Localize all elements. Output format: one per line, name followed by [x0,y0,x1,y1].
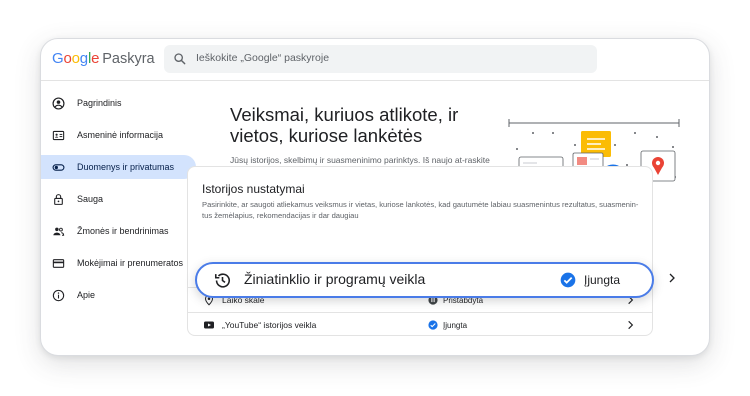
page-title: Veiksmai, kuriuos atlikote, ir vietos, k… [230,104,459,146]
sidebar-nav: Pagrindinis Asmeninė informacija Duomeny… [41,91,201,307]
search-icon [174,53,186,65]
chevron-right-icon[interactable] [625,319,636,331]
status-badge: Įjungta [428,320,467,330]
header-bar: Google Paskyra Ieškokite „Google“ paskyr… [41,39,709,81]
chevron-right-icon[interactable] [666,271,678,285]
product-name: Paskyra [102,51,155,67]
sidebar-item-personal-info[interactable]: Asmeninė informacija [41,123,201,147]
web-app-activity-row[interactable]: Žiniatinklio ir programų veikla Įjungta [195,262,654,298]
sidebar-item-label: Duomenys ir privatumas [77,162,175,172]
toggle-icon [52,163,65,171]
sidebar-item-label: Apie [77,290,96,300]
sidebar-item-label: Mokėjimai ir prenumeratos [77,258,184,268]
row-label: Žiniatinklio ir programų veikla [244,271,426,287]
sidebar-item-label: Asmeninė informacija [77,130,164,140]
logo-letter-e: e [91,50,100,67]
row-label: „YouTube“ istorijos veikla [222,320,317,330]
logo-letter-o2: o [71,50,80,67]
history-icon [214,273,230,288]
sidebar-item-label: Žmonės ir bendrinimas [77,226,169,236]
credit-card-icon [52,258,65,268]
sidebar-item-about[interactable]: Apie [41,283,201,307]
account-circle-icon [52,96,65,110]
sidebar-item-data-privacy[interactable]: Duomenys ir privatumas [41,155,196,179]
status-text: Įjungta [443,320,468,330]
history-settings-card: Istorijos nustatymai Pasirinkite, ar sau… [187,166,653,336]
status-badge: Įjungta [560,272,620,288]
people-icon [53,227,65,236]
card-title: Istorijos nustatymai [202,182,305,196]
sidebar-item-people-sharing[interactable]: Žmonės ir bendrinimas [41,219,201,243]
search-input[interactable]: Ieškokite „Google“ paskyroje [164,45,597,73]
sidebar-item-payments[interactable]: Mokėjimai ir prenumeratos [41,251,201,275]
logo-letter-o1: o [63,50,72,67]
check-circle-icon [428,320,438,330]
check-circle-icon [560,272,576,288]
sidebar-item-label: Pagrindinis [77,98,122,108]
youtube-icon [204,321,214,329]
sidebar-item-security[interactable]: Sauga [41,187,201,211]
search-placeholder: Ieškokite „Google“ paskyroje [196,52,330,64]
logo-letter-g2: g [79,50,88,67]
badge-icon [52,130,65,140]
lock-icon [54,193,63,205]
sidebar-item-home[interactable]: Pagrindinis [41,91,201,115]
info-icon [52,289,65,301]
card-description: Pasirinkite, ar saugoti atliekamus veiks… [202,200,639,220]
logo-letter-g1: G [52,50,64,67]
youtube-history-row[interactable]: „YouTube“ istorijos veikla Įjungta [188,312,652,337]
sidebar-item-label: Sauga [77,194,104,204]
status-text: Įjungta [584,273,621,287]
google-account-logo[interactable]: Google Paskyra [52,50,155,70]
